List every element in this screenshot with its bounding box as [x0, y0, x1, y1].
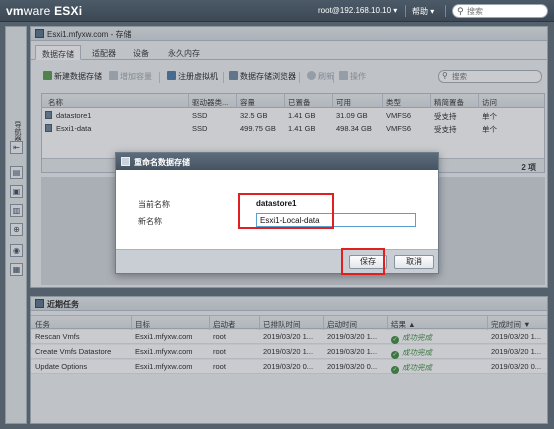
vmware-logo: vmware ESXi — [6, 4, 82, 18]
current-name-label: 当前名称 — [138, 200, 170, 209]
logo-text-ware: ware — [23, 4, 51, 18]
save-button[interactable]: 保存 — [349, 255, 387, 269]
dialog-footer: 保存 取消 — [116, 249, 438, 273]
user-menu[interactable]: root@192.168.10.10 ▾ — [318, 6, 397, 15]
cancel-button[interactable]: 取消 — [394, 255, 434, 269]
dialog-icon — [121, 157, 130, 166]
top-separator — [445, 5, 446, 17]
product-name: ESXi — [50, 4, 83, 18]
top-separator — [405, 5, 406, 17]
logo-text-vm: vm — [6, 4, 24, 18]
top-search-input[interactable] — [467, 6, 543, 16]
rename-datastore-dialog: 重命名数据存储 当前名称 datastore1 新名称 保存 取消 — [115, 152, 439, 274]
current-name-value: datastore1 — [256, 199, 297, 208]
new-name-input[interactable] — [256, 213, 416, 227]
help-menu[interactable]: 帮助 ▾ — [412, 6, 434, 17]
top-search-box[interactable]: ⚲ — [452, 4, 548, 18]
search-icon: ⚲ — [457, 6, 464, 16]
dialog-header: 重命名数据存储 — [116, 153, 438, 170]
top-bar: vmware ESXi root@192.168.10.10 ▾ 帮助 ▾ ⚲ — [0, 0, 554, 22]
new-name-label: 新名称 — [138, 217, 162, 226]
dialog-title: 重命名数据存储 — [134, 158, 190, 167]
dialog-body: 当前名称 datastore1 新名称 — [116, 170, 438, 249]
